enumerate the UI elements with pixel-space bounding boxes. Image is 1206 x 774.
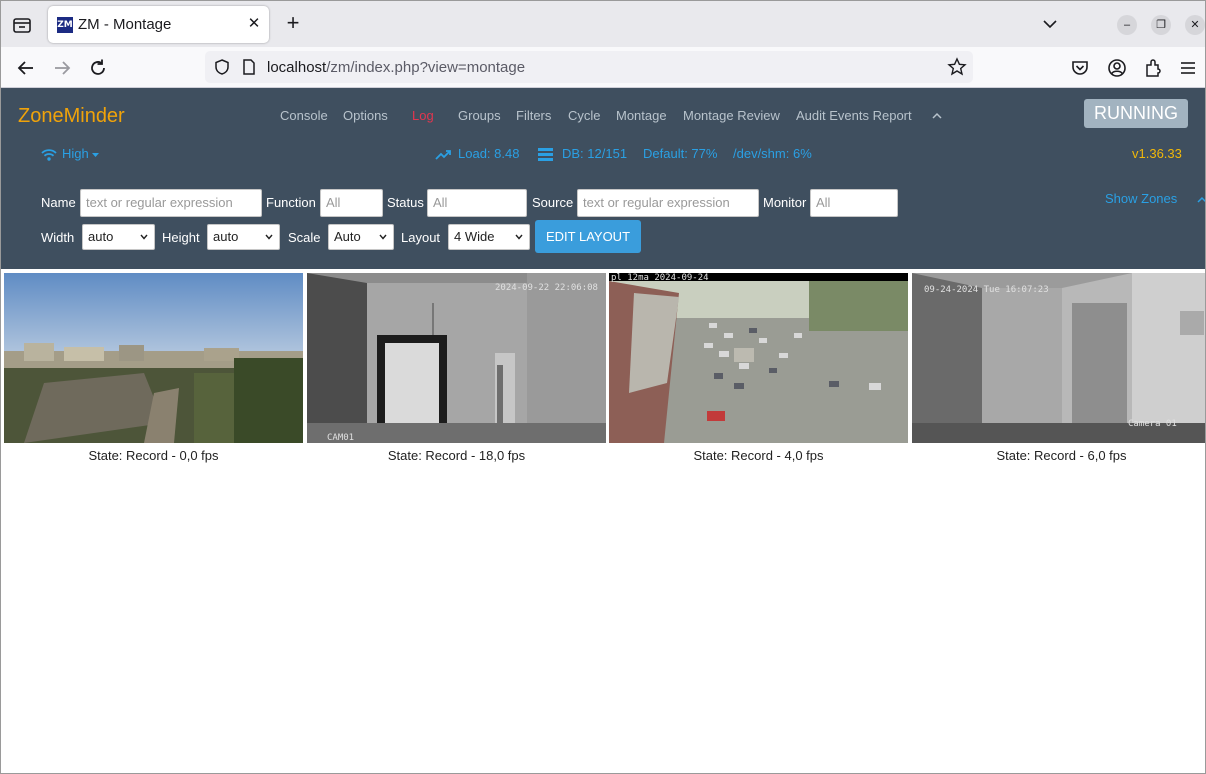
chevron-down-icon[interactable] bbox=[1041, 15, 1059, 33]
plus-icon[interactable]: + bbox=[282, 12, 304, 35]
url-bar[interactable]: localhost/zm/index.php?view=montage bbox=[205, 51, 973, 83]
height-label: Height bbox=[162, 230, 200, 245]
monitor-state-4: State: Record - 6,0 fps bbox=[996, 448, 1127, 463]
layout-value: 4 Wide bbox=[454, 229, 495, 244]
close-window-icon[interactable]: ✕ bbox=[1185, 15, 1205, 35]
menu-log[interactable]: Log bbox=[412, 108, 434, 123]
menu-console[interactable]: Console bbox=[280, 108, 328, 123]
tab-list-icon[interactable] bbox=[11, 14, 33, 36]
zm-header: ZoneMinder Console Options Log Groups Fi… bbox=[1, 88, 1205, 184]
monitor-label: Monitor bbox=[763, 195, 807, 210]
width-select[interactable]: auto bbox=[82, 224, 155, 250]
version: v1.36.33 bbox=[1132, 146, 1182, 161]
monitor-feed-4[interactable]: 09-24-2024 Tue 16:07:23 Camera 01 bbox=[912, 273, 1205, 443]
camera-osd-name: CAM01 bbox=[327, 433, 355, 443]
camera-osd-timestamp: 2024-09-22 22:06:08 bbox=[495, 283, 598, 293]
scale-select[interactable]: Auto bbox=[328, 224, 394, 250]
name-filter-input[interactable]: text or regular expression bbox=[80, 189, 262, 217]
height-value: auto bbox=[213, 229, 239, 244]
edit-layout-button[interactable]: EDIT LAYOUT bbox=[535, 220, 641, 253]
width-value: auto bbox=[88, 229, 114, 244]
active-tab[interactable]: ZM ZM - Montage ✕ bbox=[48, 6, 269, 43]
monitor-state-2: State: Record - 18,0 fps bbox=[387, 448, 526, 463]
zm-favicon-icon: ZM bbox=[57, 17, 73, 33]
monitor-state-3: State: Record - 4,0 fps bbox=[693, 448, 824, 463]
page-icon[interactable] bbox=[241, 58, 257, 76]
shield-icon[interactable] bbox=[213, 58, 231, 76]
extensions-icon[interactable] bbox=[1142, 57, 1164, 79]
menu-montage-review[interactable]: Montage Review bbox=[683, 108, 780, 123]
select-arrow-icon bbox=[140, 234, 148, 240]
width-label: Width bbox=[41, 230, 75, 245]
status-filter-select[interactable]: All bbox=[427, 189, 527, 217]
collapse-menu-icon[interactable] bbox=[931, 112, 943, 120]
forward-icon[interactable] bbox=[51, 57, 73, 79]
close-icon[interactable]: ✕ bbox=[245, 15, 263, 33]
monitor-feed-3[interactable]: pl 12ma 2024-09-24 bbox=[609, 273, 908, 443]
scale-label: Scale bbox=[288, 230, 321, 245]
filter-bar: Name text or regular expression Function… bbox=[1, 184, 1206, 269]
zm-brand[interactable]: ZoneMinder bbox=[18, 105, 125, 128]
wifi-icon[interactable] bbox=[41, 148, 57, 161]
menu-groups[interactable]: Groups bbox=[458, 108, 501, 123]
source-label: Source bbox=[532, 195, 574, 210]
running-status-button[interactable]: RUNNING bbox=[1084, 99, 1188, 128]
restore-icon[interactable]: ❐ bbox=[1151, 15, 1171, 35]
minimize-icon[interactable]: – bbox=[1117, 15, 1137, 35]
pocket-icon[interactable] bbox=[1069, 57, 1091, 79]
menu-icon[interactable] bbox=[1177, 57, 1199, 79]
select-arrow-icon bbox=[265, 234, 273, 240]
navigation-bar: localhost/zm/index.php?view=montage bbox=[1, 47, 1205, 88]
height-select[interactable]: auto bbox=[207, 224, 280, 250]
camera-osd: pl 12ma 2024-09-24 bbox=[611, 273, 709, 283]
menu-audit-events-report[interactable]: Audit Events Report bbox=[796, 108, 912, 123]
menu-cycle[interactable]: Cycle bbox=[568, 108, 601, 123]
tab-strip: ZM ZM - Montage ✕ + – ❐ ✕ bbox=[1, 1, 1205, 47]
account-icon[interactable] bbox=[1106, 57, 1128, 79]
select-arrow-icon bbox=[379, 234, 387, 240]
trend-up-icon bbox=[435, 150, 451, 160]
camera-image bbox=[912, 273, 1205, 443]
monitor-feed-2[interactable]: 2024-09-22 22:06:08 CAM01 bbox=[307, 273, 606, 443]
default-disk-stat: Default: 77% bbox=[643, 146, 718, 161]
back-icon[interactable] bbox=[15, 57, 37, 79]
select-arrow-icon bbox=[515, 234, 523, 240]
menu-montage[interactable]: Montage bbox=[616, 108, 667, 123]
layout-label: Layout bbox=[401, 230, 441, 245]
status-label: Status bbox=[387, 195, 424, 210]
function-filter-select[interactable]: All bbox=[320, 189, 383, 217]
url-text: localhost/zm/index.php?view=montage bbox=[267, 59, 526, 76]
camera-osd-name: Camera 01 bbox=[1128, 419, 1177, 429]
menu-filters[interactable]: Filters bbox=[516, 108, 551, 123]
tab-title: ZM - Montage bbox=[78, 16, 172, 33]
database-icon bbox=[538, 148, 553, 161]
shm-stat: /dev/shm: 6% bbox=[733, 146, 812, 161]
layout-select[interactable]: 4 Wide bbox=[448, 224, 530, 250]
show-zones-link[interactable]: Show Zones bbox=[1105, 191, 1177, 206]
reload-icon[interactable] bbox=[87, 57, 109, 79]
camera-image bbox=[609, 273, 908, 443]
camera-image bbox=[307, 273, 606, 443]
camera-image bbox=[4, 273, 303, 443]
dropdown-caret-icon bbox=[92, 153, 99, 157]
function-label: Function bbox=[266, 195, 316, 210]
browser-window: ZM ZM - Montage ✕ + – ❐ ✕ localhost/zm/i… bbox=[0, 0, 1206, 774]
scale-value: Auto bbox=[334, 229, 361, 244]
db-stat: DB: 12/151 bbox=[562, 146, 628, 161]
monitor-state-1: State: Record - 0,0 fps bbox=[88, 448, 219, 463]
star-icon[interactable] bbox=[947, 57, 967, 77]
name-label: Name bbox=[41, 195, 76, 210]
load-stat: Load: 8.48 bbox=[458, 146, 520, 161]
camera-osd-timestamp: 09-24-2024 Tue 16:07:23 bbox=[924, 285, 1049, 295]
collapse-filters-icon[interactable] bbox=[1197, 196, 1206, 203]
monitor-filter-select[interactable]: All bbox=[810, 189, 898, 217]
menu-options[interactable]: Options bbox=[343, 108, 388, 123]
monitor-feed-1[interactable] bbox=[4, 273, 303, 443]
source-filter-input[interactable]: text or regular expression bbox=[577, 189, 759, 217]
bandwidth-selector[interactable]: High bbox=[62, 146, 89, 161]
